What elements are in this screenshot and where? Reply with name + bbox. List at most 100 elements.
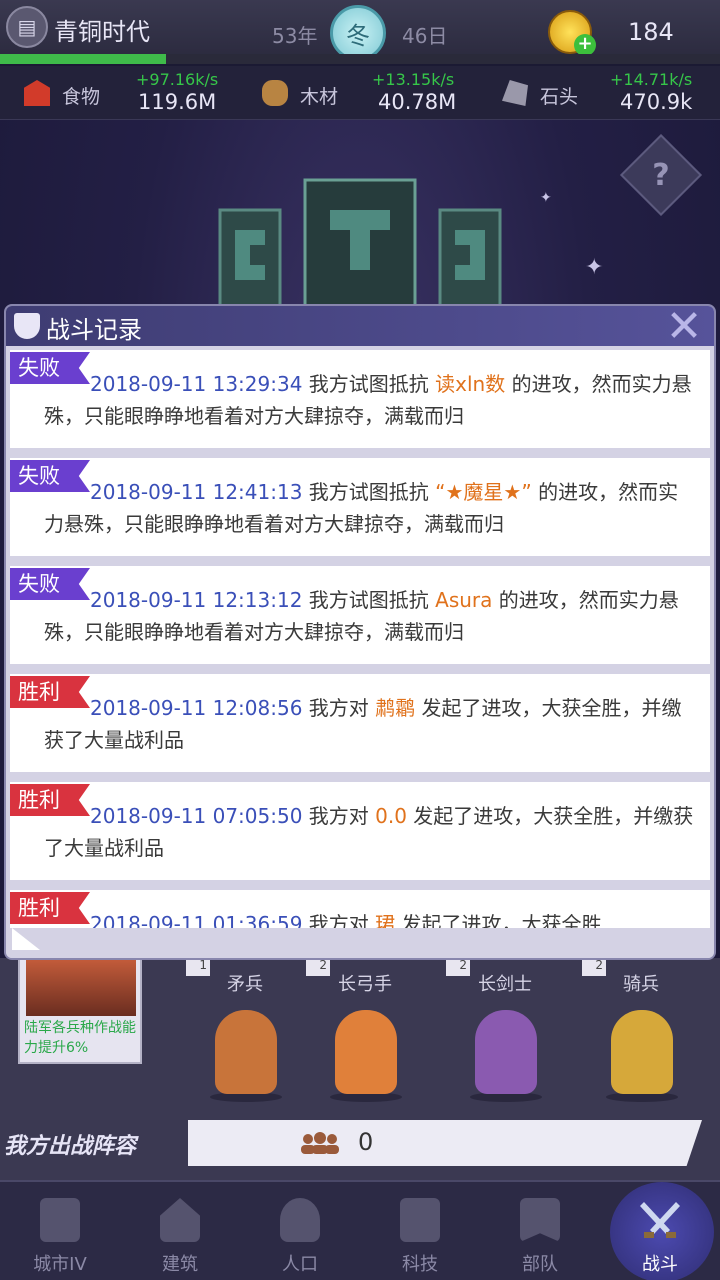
battle-record[interactable]: 胜利 2018-09-11 12:08:56 我方对 鹔鹴 发起了进攻，大获全胜… [10,674,710,772]
record-time: 2018-09-11 12:41:13 [90,480,303,504]
unit-name: 长剑士 [478,974,532,995]
battle-log-dialog: 战斗记录 ✕ 失败 2018-09-11 13:29:34 我方试图抵抗 读xl… [6,301,714,958]
page-curl-decoration [12,928,40,950]
shield-icon [14,313,40,339]
nav-troops[interactable]: 部队 [480,1182,600,1280]
unit-cavalry[interactable]: 2 骑兵 [576,958,706,1108]
resource-food[interactable]: 食物 +97.16k/s 119.6M [0,66,240,120]
record-text: 2018-09-11 12:08:56 我方对 鹔鹴 发起了进攻，大获全胜，并缴… [44,692,694,756]
record-opponent: 珺 [375,912,396,928]
unit-name: 矛兵 [227,974,263,995]
resource-stone[interactable]: 石头 +14.71k/s 470.9k [480,66,720,120]
bronze-age-emblem [218,178,502,310]
nav-buildings[interactable]: 建筑 [120,1182,240,1280]
lineup-label: 我方出战阵容 [4,1134,137,1159]
resource-name: 食物 [62,86,101,108]
general-card[interactable]: 陆军各兵种作战能力提升6% [18,958,142,1064]
nav-label: 人口 [282,1254,318,1275]
era-progress-fill [0,54,166,64]
wood-icon [262,80,288,106]
season-badge: 冬 [330,5,386,61]
record-pre: 我方对 [302,696,376,720]
record-time: 2018-09-11 07:05:50 [90,804,303,828]
era-name: 青铜时代 [54,18,150,46]
nav-label: 建筑 [162,1254,198,1275]
battle-record[interactable]: 胜利 2018-09-11 07:05:50 我方对 0.0 发起了进攻，大获全… [10,782,710,880]
record-text: 2018-09-11 12:41:13 我方试图抵抗 “★魔星★” 的进攻，然而… [44,476,694,540]
day-label: 46日 [402,24,448,48]
longbowman-figure [335,1010,397,1094]
close-icon[interactable]: ✕ [656,301,712,352]
record-time: 2018-09-11 13:29:34 [90,372,303,396]
resource-amount: 470.9k [620,90,693,114]
nav-label: 部队 [522,1254,558,1275]
swords-icon [640,1202,680,1238]
resource-name: 木材 [300,86,339,108]
record-opponent: Asura [435,588,493,612]
battle-record-list[interactable]: 失败 2018-09-11 13:29:34 我方试图抵抗 读xln数 的进攻，… [10,350,710,928]
record-time: 2018-09-11 12:13:12 [90,588,303,612]
star-decoration: ✦ [585,255,604,280]
record-opponent: 读xln数 [435,372,506,396]
person-icon [280,1198,320,1242]
resource-amount: 40.78M [378,90,457,114]
unit-spearman[interactable]: 1 矛兵 [180,958,310,1108]
nav-battle[interactable]: 战斗 [600,1182,720,1280]
resource-wood[interactable]: 木材 +13.15k/s 40.78M [240,66,480,120]
resource-rate: +14.71k/s [610,70,693,89]
house-icon [160,1198,200,1242]
general-buff-text: 陆军各兵种作战能力提升6% [24,1020,136,1056]
lineup-count: 0 [358,1128,374,1156]
group-icon [301,1132,339,1154]
record-time: 2018-09-11 01:36:59 [90,912,303,928]
resource-bar: 食物 +97.16k/s 119.6M 木材 +13.15k/s 40.78M … [0,66,720,120]
help-icon[interactable]: ? [632,146,690,204]
lineup-box[interactable]: 0 [188,1120,702,1166]
nav-city[interactable]: 城市IV [0,1182,120,1280]
unit-name: 骑兵 [623,974,659,995]
record-time: 2018-09-11 12:08:56 [90,696,303,720]
battle-record[interactable]: 失败 2018-09-11 12:13:12 我方试图抵抗 Asura 的进攻，… [10,566,710,664]
resource-rate: +97.16k/s [136,70,219,89]
record-text: 2018-09-11 01:36:59 我方对 珺 发起了进攻，大获全胜 [44,908,694,928]
bottom-nav: 城市IV 建筑 人口 科技 部队 战斗 [0,1180,720,1280]
unit-longbowman[interactable]: 2 长弓手 [300,958,430,1108]
stone-icon [502,80,528,106]
battle-record[interactable]: 胜利 2018-09-11 01:36:59 我方对 珺 发起了进攻，大获全胜 [10,890,710,928]
banner-icon [520,1198,560,1242]
spearman-figure [215,1010,277,1094]
nav-label: 战斗 [642,1254,678,1275]
record-pre: 我方试图抵抗 [302,588,436,612]
nav-label: 城市IV [33,1254,87,1275]
nav-population[interactable]: 人口 [240,1182,360,1280]
record-pre: 我方对 [302,912,376,928]
record-pre: 我方试图抵抗 [302,480,436,504]
resource-rate: +13.15k/s [372,70,455,89]
dialog-header: 战斗记录 ✕ [6,301,714,352]
dialog-footer [6,928,714,958]
cavalry-figure [611,1010,673,1094]
add-gems-button[interactable]: + [574,34,596,56]
record-opponent: “★魔星★” [435,480,532,504]
castle-icon [40,1198,80,1242]
era-progress-bar [0,54,720,64]
book-icon [400,1198,440,1242]
nav-tech[interactable]: 科技 [360,1182,480,1280]
record-text: 2018-09-11 12:13:12 我方试图抵抗 Asura 的进攻，然而实… [44,584,694,648]
record-text: 2018-09-11 13:29:34 我方试图抵抗 读xln数 的进攻，然而实… [44,368,694,432]
unit-name: 长弓手 [338,974,392,995]
star-decoration: ✦ [540,190,552,206]
resource-name: 石头 [540,86,579,108]
year-label: 53年 [272,24,318,48]
battle-record[interactable]: 失败 2018-09-11 13:29:34 我方试图抵抗 读xln数 的进攻，… [10,350,710,448]
record-opponent: 鹔鹴 [375,696,416,720]
battle-record[interactable]: 失败 2018-09-11 12:41:13 我方试图抵抗 “★魔星★” 的进攻… [10,458,710,556]
food-icon [24,80,50,106]
nav-label: 科技 [402,1254,438,1275]
top-bar: ▤ 青铜时代 53年 冬 46日 + 184 [0,0,720,64]
unit-longswordsman[interactable]: 2 长剑士 [440,958,570,1108]
longswordsman-figure [475,1010,537,1094]
era-icon[interactable]: ▤ [6,6,48,48]
resource-amount: 119.6M [138,90,217,114]
record-text: 2018-09-11 07:05:50 我方对 0.0 发起了进攻，大获全胜，并… [44,800,694,864]
